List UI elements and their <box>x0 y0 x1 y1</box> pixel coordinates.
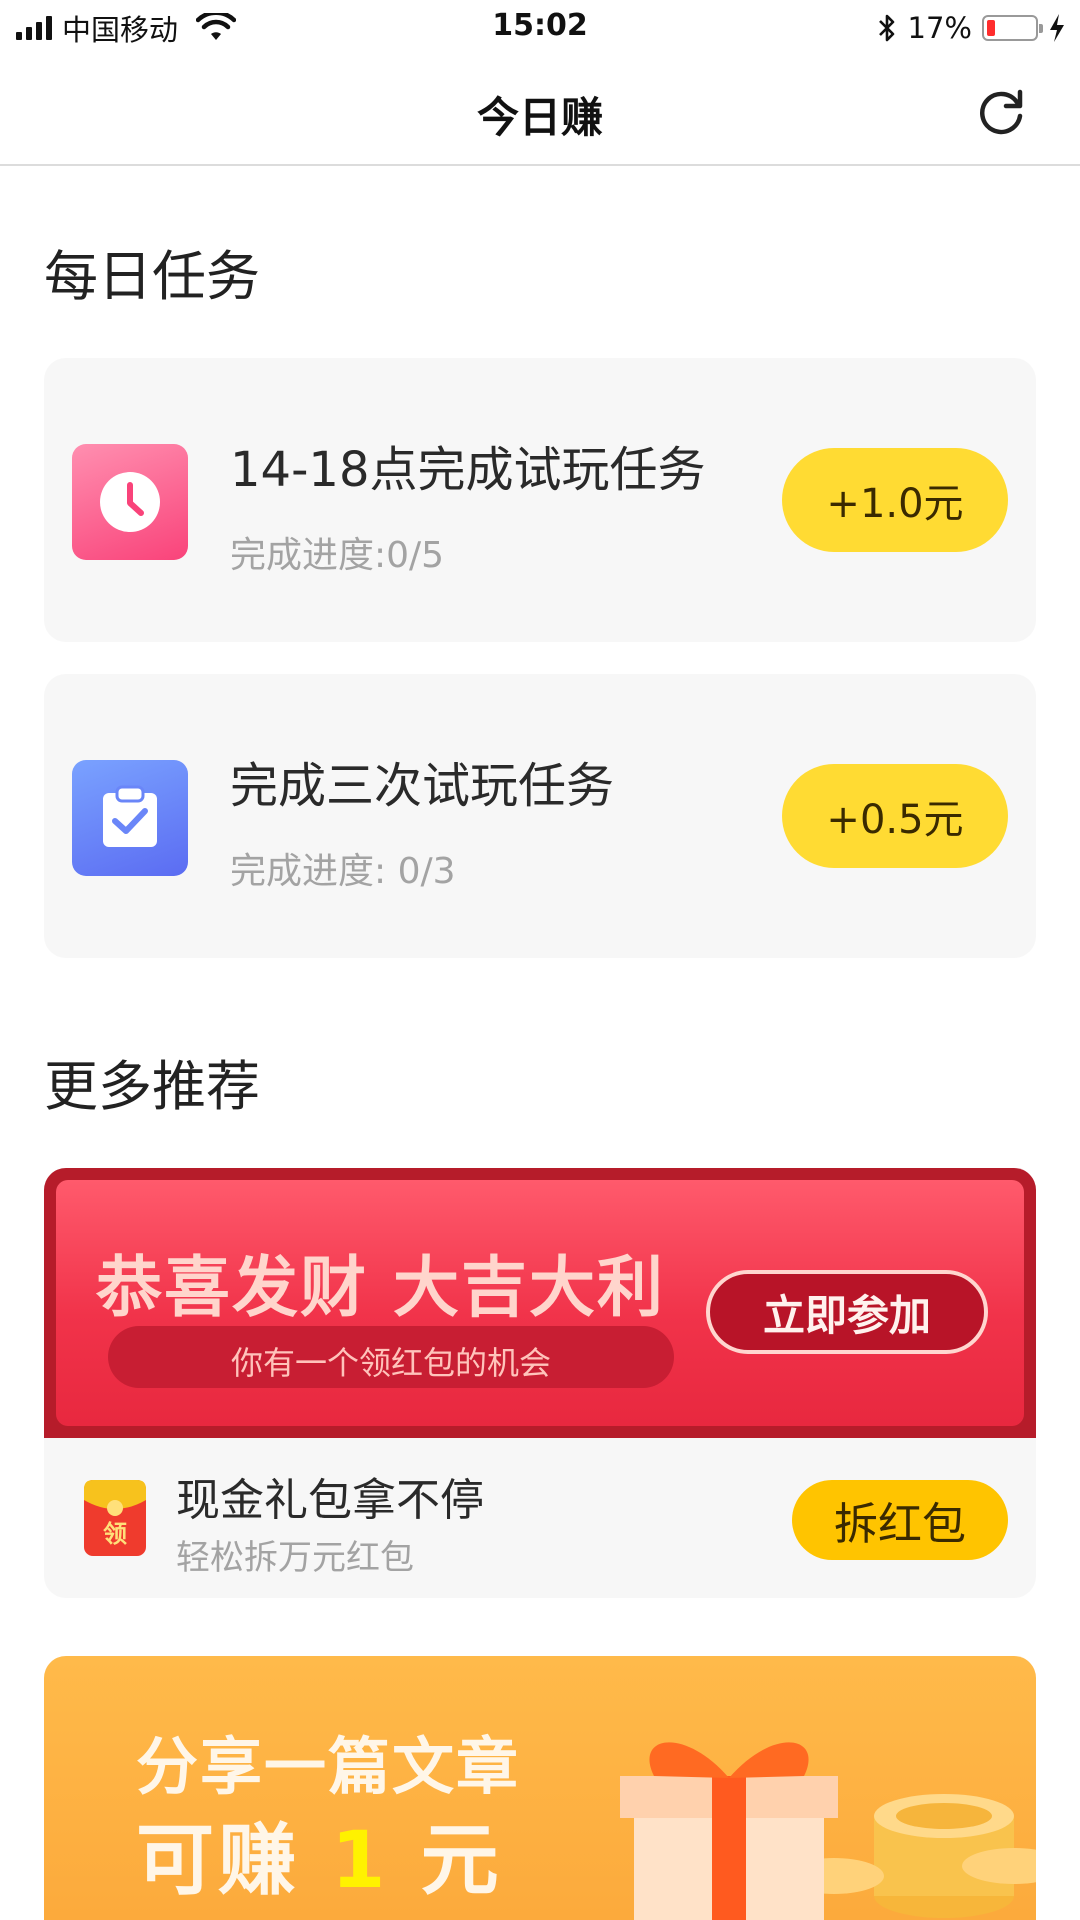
bluetooth-icon <box>878 14 894 42</box>
battery-percent: 17% <box>907 11 972 45</box>
charging-bolt-icon <box>1050 14 1064 42</box>
clock-icon <box>72 444 188 560</box>
share-suffix: 元 <box>389 1816 503 1906</box>
nav-bar: 今日赚 <box>0 56 1080 166</box>
red-packet-card[interactable]: 恭喜发财 大吉大利 你有一个领红包的机会 立即参加 领 现金礼包拿不停 轻松拆万… <box>44 1168 1036 1598</box>
task-title: 完成三次试玩任务 <box>230 758 615 814</box>
red-envelope-icon: 领 <box>84 1480 146 1556</box>
gift-box-icon <box>620 1742 838 1920</box>
task-progress: 完成进度: 0/3 <box>230 851 456 892</box>
task-card[interactable]: 完成三次试玩任务 完成进度: 0/3 +0.5元 <box>44 674 1036 958</box>
share-article-banner[interactable]: 分享一篇文章 可赚 1 元 <box>44 1656 1036 1920</box>
join-now-button[interactable]: 立即参加 <box>706 1270 988 1354</box>
status-bar: 中国移动 15:02 17% <box>0 0 1080 56</box>
battery-icon <box>982 15 1043 41</box>
open-red-packet-button[interactable]: 拆红包 <box>792 1480 1008 1560</box>
page-title: 今日赚 <box>476 93 603 142</box>
refresh-icon[interactable] <box>976 86 1028 138</box>
share-line1: 分享一篇文章 <box>136 1730 521 1803</box>
share-prefix: 可赚 <box>136 1816 332 1906</box>
task-card[interactable]: 14-18点完成试玩任务 完成进度:0/5 +1.0元 <box>44 358 1036 642</box>
task-title: 14-18点完成试玩任务 <box>230 442 706 498</box>
red-packet-banner[interactable]: 恭喜发财 大吉大利 你有一个领红包的机会 立即参加 <box>44 1168 1036 1438</box>
banner-sub-pill: 你有一个领红包的机会 <box>108 1326 674 1388</box>
status-right: 17% <box>876 10 1066 46</box>
reward-button[interactable]: +1.0元 <box>782 448 1008 552</box>
more-heading: 更多推荐 <box>44 1055 260 1118</box>
red-envelope-glyph: 领 <box>103 1520 127 1548</box>
banner-subline: 你有一个领红包的机会 <box>230 1344 551 1382</box>
banner-headline: 恭喜发财 大吉大利 <box>96 1249 665 1326</box>
battery-level <box>987 20 995 36</box>
share-amount: 1 <box>331 1816 390 1906</box>
clipboard-check-icon <box>72 760 188 876</box>
promo-title: 现金礼包拿不停 <box>176 1475 484 1526</box>
promo-subtitle: 轻松拆万元红包 <box>176 1538 414 1578</box>
share-line2: 可赚 1 元 <box>136 1798 503 1910</box>
task-progress: 完成进度:0/5 <box>230 535 445 576</box>
reward-button[interactable]: +0.5元 <box>782 764 1008 868</box>
gift-coins-illustration <box>620 1742 1036 1920</box>
daily-tasks-heading: 每日任务 <box>44 245 260 308</box>
